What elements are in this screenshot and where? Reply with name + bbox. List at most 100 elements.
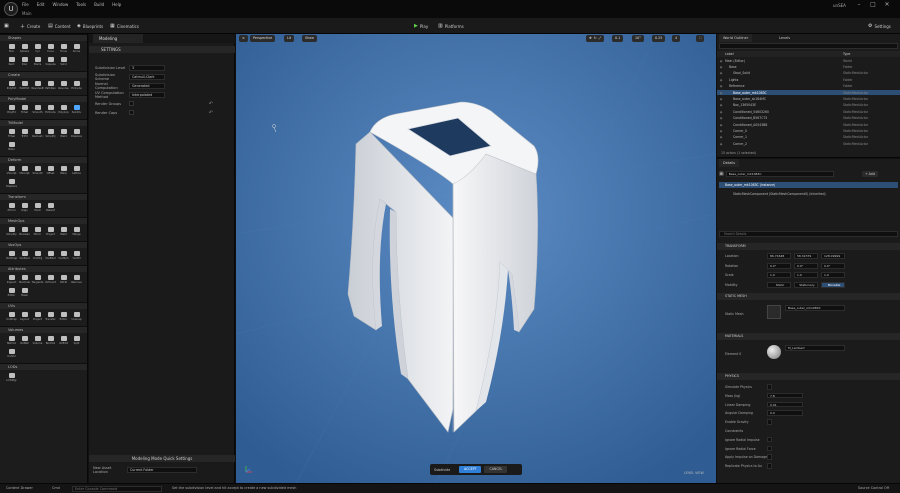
- tool-button[interactable]: VoxBool: [18, 250, 31, 263]
- visibility-eye-icon[interactable]: ◉: [717, 97, 725, 101]
- physics-checkbox[interactable]: [767, 454, 772, 460]
- visibility-eye-icon[interactable]: ◉: [717, 71, 725, 75]
- maximize-icon[interactable]: □: [866, 1, 880, 8]
- tool-button[interactable]: Arrow: [70, 43, 83, 56]
- tool-button[interactable]: Stairs: [31, 56, 44, 69]
- palette-section-header[interactable]: UVs: [0, 302, 87, 309]
- tool-button[interactable]: Weld: [57, 226, 70, 239]
- physics-checkbox[interactable]: [767, 384, 772, 390]
- accept-button[interactable]: ACCEPT: [459, 466, 482, 473]
- outliner-row[interactable]: ◉ Lights Folder: [717, 77, 900, 82]
- tool-button[interactable]: Normals: [18, 274, 31, 287]
- settings-section-header[interactable]: SETTINGS: [89, 46, 235, 53]
- menu-window[interactable]: Window: [52, 2, 68, 7]
- tool-button[interactable]: Cone: [44, 43, 57, 56]
- tool-button[interactable]: Tangents: [31, 274, 44, 287]
- physics-checkbox[interactable]: [767, 419, 772, 425]
- scale-z-input[interactable]: 1.0: [821, 272, 845, 278]
- level-tab[interactable]: Main: [22, 11, 32, 16]
- tool-button[interactable]: VoxFill: [70, 250, 83, 263]
- palette-section-header[interactable]: TriModel: [0, 119, 87, 126]
- palette-section-header[interactable]: Volumes: [0, 326, 87, 333]
- reset-arrow-icon[interactable]: ↶: [209, 110, 213, 116]
- physics-section-header[interactable]: PHYSICS: [717, 373, 900, 380]
- tool-button[interactable]: VoxMrg: [31, 250, 44, 263]
- physics-checkbox[interactable]: [767, 445, 772, 452]
- tool-button[interactable]: CutVol: [5, 348, 18, 361]
- palette-section-header[interactable]: LODs: [0, 363, 87, 370]
- tool-button[interactable]: TriEd: [18, 128, 31, 141]
- scale-y-input[interactable]: 1.0: [794, 272, 818, 278]
- tool-button[interactable]: Extrude: [70, 80, 83, 93]
- settings-button[interactable]: ⚙ Settings: [868, 21, 891, 31]
- tool-button[interactable]: SubDiv: [70, 104, 83, 117]
- palette-section-header[interactable]: Create: [0, 71, 87, 78]
- tool-button[interactable]: TriSel: [5, 128, 18, 141]
- transform-tools[interactable]: ✥ ↻ ⤢: [586, 35, 605, 42]
- subdivision-scheme-dropdown[interactable]: Catmull-Clark: [129, 73, 165, 80]
- outliner-row[interactable]: ◉ Stool_Solid StaticMeshActor: [717, 71, 900, 76]
- visibility-eye-icon[interactable]: ◉: [717, 129, 725, 133]
- static-mesh-dropdown[interactable]: Base_outer_mk1083C: [785, 305, 845, 311]
- tool-button[interactable]: DSculpt: [18, 165, 31, 178]
- tool-button[interactable]: VoxMph: [57, 250, 70, 263]
- tool-button[interactable]: PolyExt: [5, 80, 18, 93]
- tool-button[interactable]: Split: [70, 335, 83, 348]
- tool-button[interactable]: Torus: [57, 43, 70, 56]
- cinematics-button[interactable]: ▦ Cinematics: [110, 21, 139, 31]
- tool-button[interactable]: Mirror: [31, 226, 44, 239]
- physics-value-input[interactable]: 0.0: [767, 410, 803, 416]
- outliner-row[interactable]: ◉ Box_1365043E StaticMeshActor: [717, 103, 900, 108]
- tool-button[interactable]: Simplify: [5, 226, 18, 239]
- mobility-stationary[interactable]: Stationary: [794, 282, 818, 288]
- rotation-z-input[interactable]: 0.0°: [821, 263, 845, 269]
- tool-button[interactable]: Editor: [57, 311, 70, 324]
- unreal-logo-icon[interactable]: U: [4, 2, 18, 16]
- tool-button[interactable]: Remesh: [31, 128, 44, 141]
- tool-button[interactable]: Rect: [5, 56, 18, 69]
- tool-button[interactable]: Cyl: [31, 43, 44, 56]
- blueprints-button[interactable]: ◈ Blueprints: [77, 21, 103, 31]
- tool-button[interactable]: VSculpt: [5, 165, 18, 178]
- tool-button[interactable]: Mask: [18, 287, 31, 300]
- material-sphere-icon[interactable]: [767, 345, 781, 359]
- visibility-eye-icon[interactable]: ◉: [717, 59, 725, 63]
- outliner-row[interactable]: ◉ Main (Editor) World: [717, 58, 900, 63]
- tool-button[interactable]: Align: [18, 202, 31, 215]
- save-button[interactable]: ▣: [4, 21, 9, 31]
- outliner-row[interactable]: ◉ Conditioned_54603260 StaticMeshActor: [717, 109, 900, 114]
- visibility-eye-icon[interactable]: ◉: [717, 123, 725, 127]
- palette-section-header[interactable]: VoxOps: [0, 241, 87, 248]
- menu-tools[interactable]: Tools: [76, 2, 86, 7]
- tool-button[interactable]: UnWrap: [5, 311, 18, 324]
- subdivision-level-input[interactable]: 3: [129, 64, 165, 71]
- palette-section-header[interactable]: Shapes: [0, 34, 87, 41]
- static-mesh-section-header[interactable]: STATIC MESH: [717, 293, 900, 300]
- menu-edit[interactable]: Edit: [37, 2, 45, 7]
- palette-section-header[interactable]: Deform: [0, 156, 87, 163]
- mobility-movable[interactable]: Movable: [821, 282, 845, 288]
- tool-button[interactable]: Pivot: [31, 202, 44, 215]
- material-dropdown[interactable]: M_Lambert: [785, 345, 845, 351]
- content-drawer-button[interactable]: Content Drawer: [6, 486, 33, 490]
- physics-checkbox[interactable]: [767, 436, 772, 443]
- tool-button[interactable]: Remove: [70, 274, 83, 287]
- physics-value-input[interactable]: 7.8: [767, 392, 803, 399]
- tool-button[interactable]: Capsule: [44, 56, 57, 69]
- actor-name-input[interactable]: Base_outer_mk1083C: [725, 171, 834, 177]
- tool-button[interactable]: VolMsh: [18, 335, 31, 348]
- tool-button[interactable]: Extrude: [44, 104, 57, 117]
- tool-button[interactable]: Displace: [70, 128, 83, 141]
- tool-button[interactable]: Bake: [5, 141, 18, 154]
- rotation-snap[interactable]: 10°: [632, 35, 644, 42]
- content-button[interactable]: ▤ Content: [48, 21, 71, 31]
- location-x-input[interactable]: 86.74648: [767, 253, 791, 259]
- tab-levels[interactable]: Levels: [775, 34, 794, 42]
- camera-speed[interactable]: 4: [672, 35, 681, 42]
- tool-button[interactable]: PathExt: [18, 80, 31, 93]
- rotation-x-input[interactable]: 0.0°: [767, 263, 791, 269]
- tool-button[interactable]: LODMgr: [5, 372, 18, 385]
- tool-button[interactable]: PathRev: [44, 80, 57, 93]
- tool-button[interactable]: Project: [44, 226, 57, 239]
- cancel-button[interactable]: CANCEL: [484, 466, 508, 473]
